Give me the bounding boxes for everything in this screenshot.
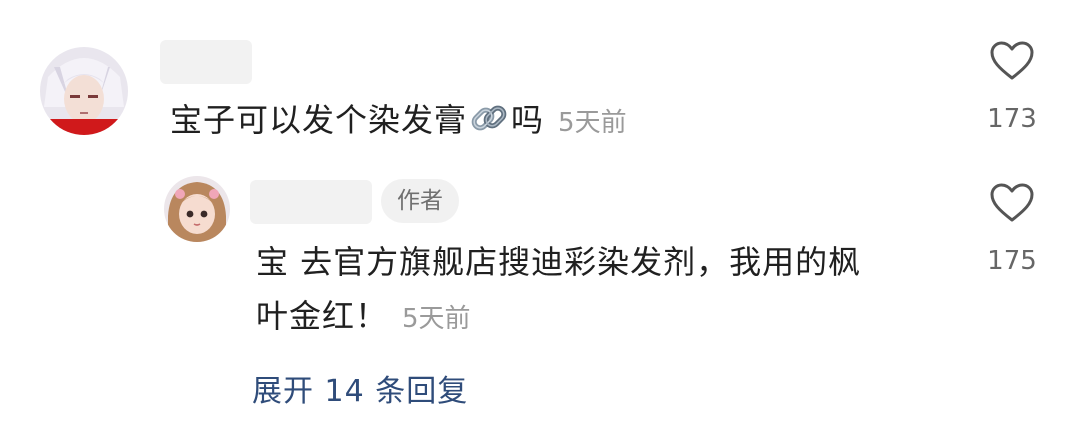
- comment-time: 5天前: [558, 108, 627, 138]
- like-button[interactable]: 173: [972, 40, 1052, 140]
- heart-icon: [989, 182, 1035, 228]
- reply-like-count: 175: [987, 246, 1037, 276]
- author-avatar[interactable]: [164, 176, 230, 242]
- commenter-avatar[interactable]: [40, 47, 128, 135]
- reply-text-line1: 宝 去官方旗舰店搜迪彩染发剂，我用的枫: [256, 243, 862, 281]
- comment-text-main: 宝子可以发个染发膏: [170, 101, 468, 139]
- comment-text-end: 吗: [511, 101, 545, 139]
- author-badge: 作者: [381, 179, 459, 223]
- reply-text-line2: 叶金红！: [256, 297, 389, 335]
- reply-text: 宝 去官方旗舰店搜迪彩染发剂，我用的枫 叶金红！ 5天前: [256, 235, 956, 346]
- comment-text: 宝子可以发个染发膏 吗 5天前: [170, 93, 627, 153]
- expand-replies-button[interactable]: 展开 14 条回复: [252, 366, 468, 410]
- heart-icon: [989, 40, 1035, 86]
- reply-time: 5天前: [402, 304, 471, 334]
- commenter-name-redacted[interactable]: [160, 40, 252, 84]
- author-name-redacted[interactable]: [250, 180, 372, 224]
- reply-like-button[interactable]: 175: [972, 182, 1052, 282]
- like-count: 173: [987, 104, 1037, 134]
- link-icon: [469, 99, 509, 153]
